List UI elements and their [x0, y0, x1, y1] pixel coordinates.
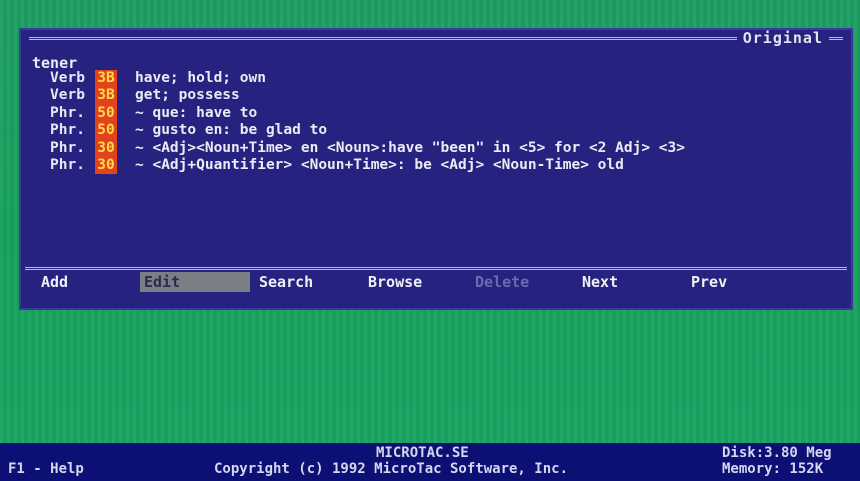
add-button[interactable]: Add — [37, 272, 72, 292]
part-of-speech: Phr. — [50, 139, 85, 156]
entry-row[interactable]: Verb 3B get; possess — [50, 87, 685, 105]
entry-row[interactable]: Verb 3B have; hold; own — [50, 70, 685, 88]
part-of-speech: Phr. — [50, 104, 85, 121]
delete-button[interactable]: Delete — [471, 272, 533, 292]
window-title: Original — [736, 30, 829, 46]
window-frame-top — [29, 37, 843, 40]
next-button[interactable]: Next — [578, 272, 622, 292]
entry-row[interactable]: Phr. 30 ~ <Adj+Quantifier> <Noun+Time>: be… — [50, 156, 685, 175]
browse-button[interactable]: Browse — [364, 272, 426, 292]
part-of-speech: Phr. — [50, 156, 85, 173]
definition: ~ gusto en: be glad to — [135, 122, 328, 139]
part-of-speech: Phr. — [50, 122, 85, 139]
search-button[interactable]: Search — [255, 272, 317, 292]
entry-row[interactable]: Phr. 50 ~ gusto en: be glad to — [50, 122, 685, 140]
frequency-badge: 30 — [95, 139, 117, 157]
part-of-speech: Verb — [50, 87, 85, 104]
frequency-badge: 3B — [95, 70, 117, 88]
definition: have; hold; own — [135, 70, 266, 86]
edit-button[interactable]: Edit — [140, 272, 250, 292]
copyright: Copyright (c) 1992 MicroTac Software, In… — [214, 461, 569, 477]
definition: get; possess — [135, 87, 240, 104]
filename: MICROTAC.SE — [376, 445, 469, 461]
status-bar: F1 - Help MICROTAC.SE Copyright (c) 1992… — [0, 443, 860, 481]
frequency-badge: 50 — [95, 122, 117, 140]
definition: ~ <Adj+Quantifier> <Noun+Time>: be <Adj>… — [135, 156, 624, 173]
command-menu: Add Edit Search Browse Delete Next Prev — [25, 272, 847, 292]
memory-available: Memory: 152K — [722, 461, 824, 477]
entry-list: Verb 3B have; hold; own Verb 3B get; possess… — [50, 70, 685, 175]
entry-row[interactable]: Phr. 50 ~ que: have to — [50, 104, 685, 123]
frequency-badge: 3B — [95, 87, 117, 105]
definition: ~ que: have to — [135, 104, 258, 121]
definition: ~ <Adj><Noun+Time> en <Noun>:have "been"… — [135, 139, 685, 156]
disk-space: Disk:3.80 Meg — [722, 445, 832, 461]
dictionary-window: Original tener Verb 3B have; hold; own Ver… — [19, 28, 853, 310]
prev-button[interactable]: Prev — [687, 272, 731, 292]
entry-row[interactable]: Phr. 30 ~ <Adj><Noun+Time> en <Noun>:have … — [50, 139, 685, 157]
part-of-speech: Verb — [50, 70, 85, 86]
frequency-badge: 30 — [95, 156, 117, 175]
frequency-badge: 50 — [95, 104, 117, 123]
help-hint: F1 - Help — [8, 461, 84, 477]
menu-divider — [25, 267, 847, 270]
